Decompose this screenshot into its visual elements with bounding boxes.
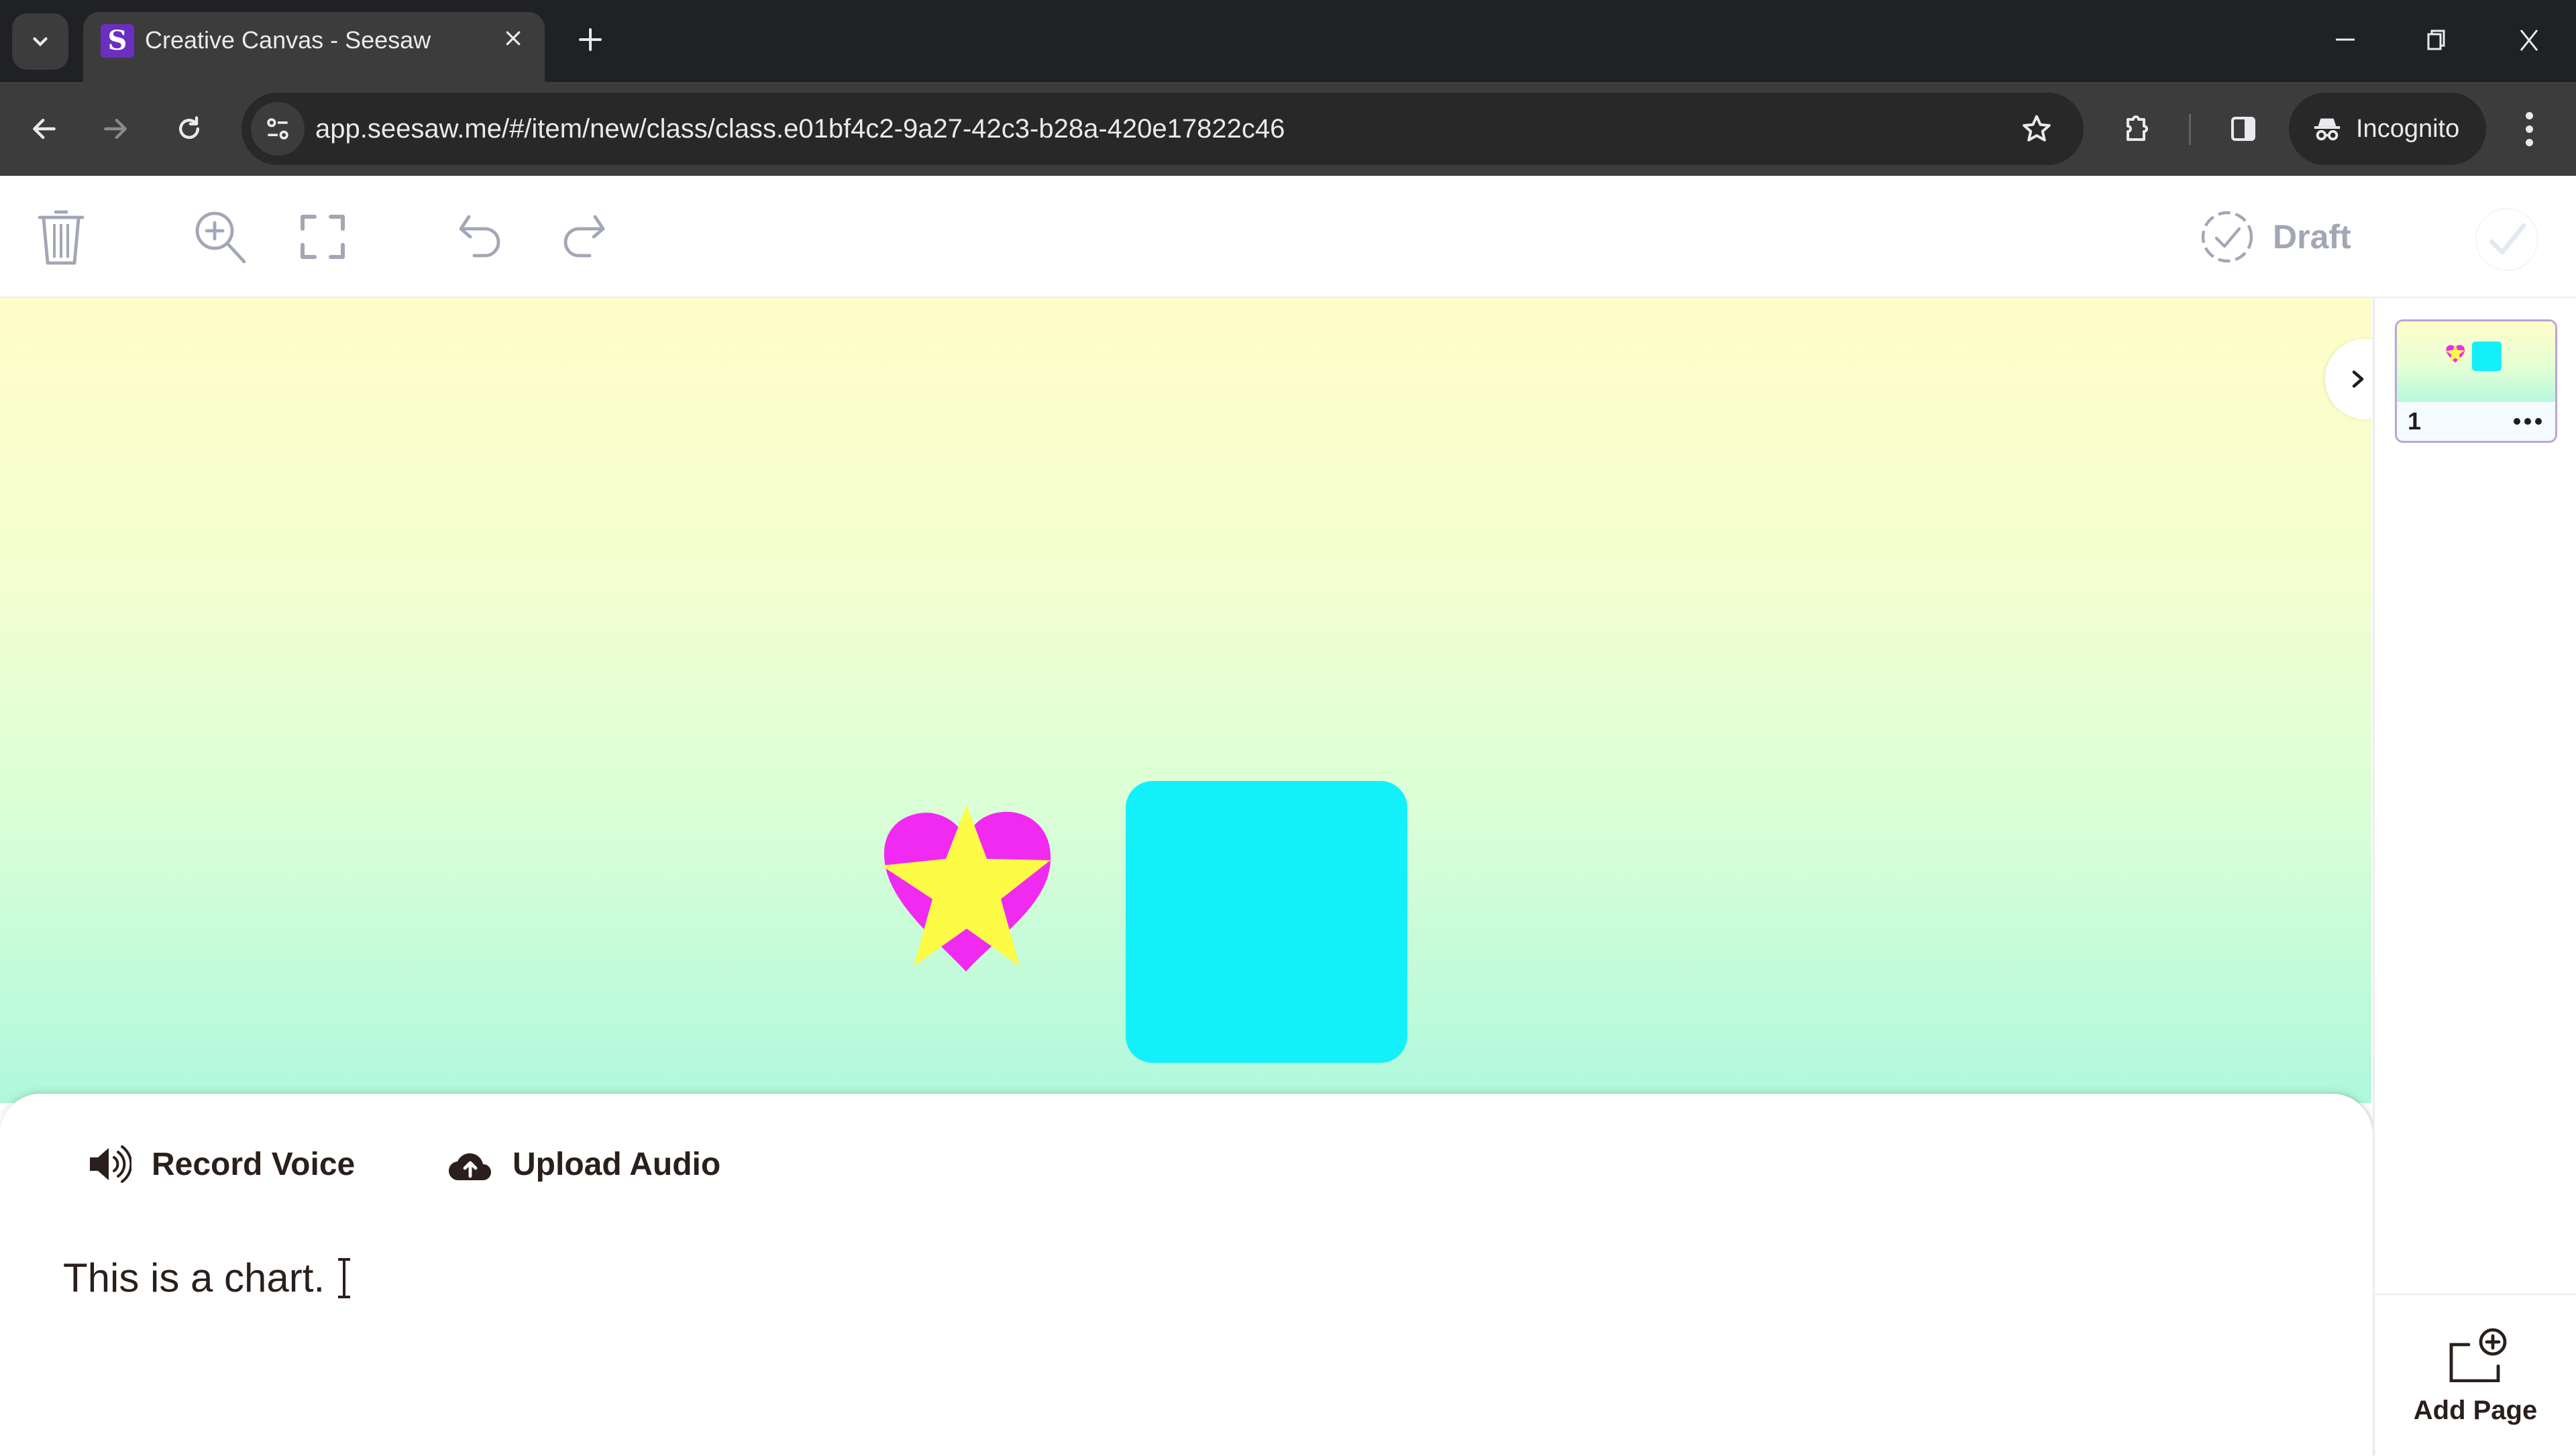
add-page-label: Add Page xyxy=(2413,1396,2538,1425)
puzzle-icon xyxy=(2127,115,2148,141)
incognito-icon xyxy=(2314,118,2341,141)
undo-icon xyxy=(459,215,500,258)
cyan-square-thumb xyxy=(2472,342,2502,371)
more-dot xyxy=(2524,418,2531,425)
incognito-label: Incognito xyxy=(2356,114,2460,143)
close-window-button[interactable] xyxy=(2502,17,2556,64)
new-tab-button[interactable] xyxy=(570,20,610,60)
side-panel-icon xyxy=(2231,117,2255,141)
caption-text: This is a chart. xyxy=(63,1255,325,1300)
add-page-button[interactable]: Add Page xyxy=(2375,1294,2576,1449)
url-text[interactable]: app.seesaw.me/#/item/new/class/class.e01… xyxy=(315,113,1285,145)
site-info-button[interactable] xyxy=(251,102,305,156)
speaker-icon xyxy=(90,1145,131,1183)
more-dot xyxy=(2514,418,2520,425)
heart-star-thumb xyxy=(2446,344,2465,363)
chevron-right-icon xyxy=(2352,370,2364,388)
page-number: 1 xyxy=(2408,407,2422,435)
close-icon xyxy=(2520,30,2538,51)
seesaw-favicon-icon: S xyxy=(101,24,134,58)
menu-dot xyxy=(2525,138,2533,146)
restore-icon xyxy=(2427,30,2445,50)
bookmark-button[interactable] xyxy=(2017,109,2057,149)
page-thumbnail[interactable]: 1 xyxy=(2395,319,2557,443)
add-page-icon xyxy=(2449,1328,2507,1382)
back-button[interactable] xyxy=(19,103,70,154)
upload-audio-label: Upload Audio xyxy=(513,1146,721,1182)
chevron-down-icon xyxy=(33,37,48,47)
check-icon xyxy=(2489,223,2526,255)
cloud-upload-icon xyxy=(448,1153,491,1181)
more-dot xyxy=(2535,418,2542,425)
zoom-in-button[interactable] xyxy=(191,207,251,267)
browser-toolbar: app.seesaw.me/#/item/new/class/class.e01… xyxy=(0,82,2576,176)
address-bar[interactable]: app.seesaw.me/#/item/new/class/class.e01… xyxy=(241,93,2084,165)
page-options-button[interactable] xyxy=(2514,418,2542,425)
toolbar-divider xyxy=(2189,114,2191,145)
reload-icon xyxy=(178,116,200,140)
side-panel-button[interactable] xyxy=(2220,106,2266,152)
minimize-window-button[interactable] xyxy=(2318,17,2372,64)
redo-button[interactable] xyxy=(553,207,613,267)
restore-window-button[interactable] xyxy=(2410,17,2463,64)
tab-title: Creative Canvas - Seesaw xyxy=(145,26,431,54)
star-outline-icon xyxy=(2023,115,2051,142)
drawing-canvas[interactable] xyxy=(0,298,2371,1103)
incognito-indicator[interactable]: Incognito xyxy=(2289,93,2486,165)
arrow-left-icon xyxy=(33,118,56,140)
menu-dot xyxy=(2525,111,2533,119)
minimize-icon xyxy=(2336,38,2355,41)
plus-icon xyxy=(579,28,602,51)
redo-icon xyxy=(564,215,605,258)
tab-close-button[interactable] xyxy=(496,23,530,56)
fullscreen-button[interactable] xyxy=(292,207,353,267)
reload-button[interactable] xyxy=(164,103,215,154)
delete-button[interactable] xyxy=(31,207,91,267)
undo-button[interactable] xyxy=(451,207,511,267)
menu-dot xyxy=(2525,125,2533,133)
submit-button[interactable] xyxy=(2475,208,2538,271)
draft-button[interactable]: Draft xyxy=(2199,208,2351,266)
trash-icon xyxy=(38,210,85,265)
cyan-square-shape[interactable] xyxy=(1126,781,1407,1063)
upload-audio-button[interactable]: Upload Audio xyxy=(448,1134,720,1194)
browser-menu-button[interactable] xyxy=(2509,106,2549,152)
caption-input[interactable]: This is a chart. xyxy=(63,1255,354,1301)
editor-toolbar: Draft xyxy=(0,176,2576,298)
forward-button[interactable] xyxy=(90,103,141,154)
text-cursor-icon xyxy=(338,1257,351,1298)
heart-star-sticker[interactable] xyxy=(876,805,1056,974)
dashed-check-circle-icon xyxy=(2201,211,2253,263)
zoom-in-icon xyxy=(195,211,246,264)
browser-tab-bar: S Creative Canvas - Seesaw xyxy=(0,0,2576,82)
fullscreen-icon xyxy=(301,215,345,259)
page-thumbnail-preview xyxy=(2397,321,2555,402)
tune-icon xyxy=(267,118,288,140)
tab-search-button[interactable] xyxy=(12,13,68,70)
extensions-button[interactable] xyxy=(2113,106,2159,152)
record-voice-label: Record Voice xyxy=(152,1146,356,1182)
close-icon xyxy=(506,31,521,46)
arrow-right-icon xyxy=(104,118,127,140)
record-voice-button[interactable]: Record Voice xyxy=(87,1134,355,1194)
pages-sidebar: 1 xyxy=(2373,298,2576,1449)
browser-tab-active[interactable]: S Creative Canvas - Seesaw xyxy=(83,12,545,82)
draft-label: Draft xyxy=(2273,218,2351,256)
caption-panel: Record Voice Upload Audio This is a char… xyxy=(0,1094,2373,1456)
